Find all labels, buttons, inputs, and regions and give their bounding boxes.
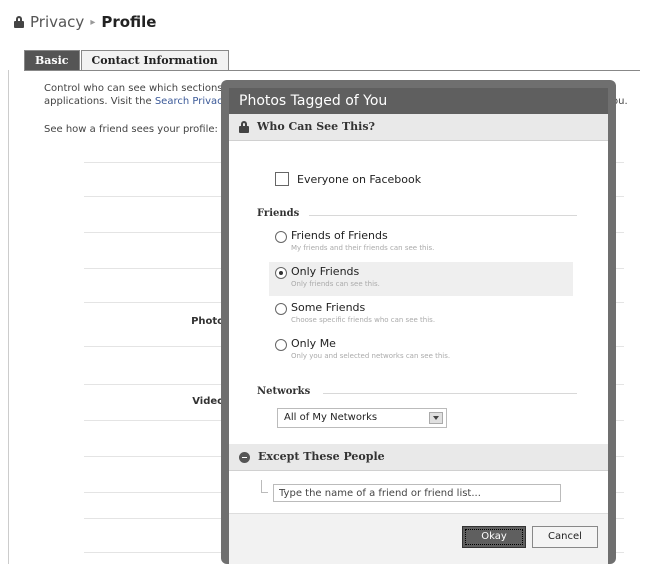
except-people-label: Except These People <box>258 450 385 463</box>
dialog-footer: Okay Cancel <box>229 513 608 564</box>
only-me-radio[interactable] <box>275 339 287 351</box>
except-people-header: Except These People <box>229 444 608 471</box>
tab-contact-information[interactable]: Contact Information <box>80 50 229 71</box>
networks-divider <box>323 393 577 394</box>
everyone-on-facebook-option[interactable]: Everyone on Facebook <box>275 172 421 186</box>
row-label-photos: Photos <box>191 316 230 327</box>
option-label: Only Friends <box>291 265 360 278</box>
page-title: Profile <box>101 13 157 31</box>
some-friends-radio[interactable] <box>275 303 287 315</box>
option-only-friends[interactable]: Only Friends Only friends can see this. <box>269 262 573 296</box>
row-label-s: S <box>88 280 230 291</box>
breadcrumb-privacy[interactable]: Privacy <box>30 13 84 31</box>
option-label: Friends of Friends <box>291 229 388 242</box>
friends-divider <box>309 215 577 216</box>
chevron-down-icon[interactable] <box>429 412 443 424</box>
only-friends-radio[interactable] <box>275 267 287 279</box>
option-description: Choose specific friends who can see this… <box>291 316 436 324</box>
okay-button[interactable]: Okay <box>462 526 526 548</box>
intro-line1: Control who can see which sections <box>44 83 223 94</box>
tab-divider <box>24 70 640 71</box>
content-border <box>8 70 9 564</box>
tab-basic[interactable]: Basic <box>24 50 80 71</box>
networks-heading: Networks <box>257 386 311 397</box>
option-label: Only Me <box>291 337 336 350</box>
who-can-see-header: Who Can See This? <box>229 114 608 141</box>
option-only-me[interactable]: Only Me Only you and selected networks c… <box>269 334 573 368</box>
option-friends-of-friends[interactable]: Friends of Friends My friends and their … <box>269 226 573 260</box>
except-people-input[interactable] <box>273 484 561 502</box>
everyone-checkbox[interactable] <box>275 172 289 186</box>
friends-of-friends-radio[interactable] <box>275 231 287 243</box>
option-some-friends[interactable]: Some Friends Choose specific friends who… <box>269 298 573 332</box>
everyone-label: Everyone on Facebook <box>297 172 422 186</box>
see-how-label: See how a friend sees your profile: S <box>44 124 227 135</box>
lock-icon <box>14 16 24 28</box>
privacy-dialog: Photos Tagged of You Who Can See This? E… <box>229 88 608 564</box>
intro-line2-start: applications. Visit the <box>44 96 152 107</box>
option-description: Only you and selected networks can see t… <box>291 352 451 360</box>
privacy-dialog-frame: Photos Tagged of You Who Can See This? E… <box>221 80 616 564</box>
friends-heading: Friends <box>257 208 300 219</box>
option-description: My friends and their friends can see thi… <box>291 244 435 252</box>
minus-circle-icon <box>239 451 250 463</box>
networks-select-value: All of My Networks <box>284 412 378 423</box>
networks-select[interactable]: All of My Networks <box>277 408 447 428</box>
elbow-connector-icon <box>261 480 268 493</box>
lock-icon <box>239 121 249 133</box>
dialog-title: Photos Tagged of You <box>229 88 608 114</box>
page-header: Privacy ▸ Profile <box>14 10 156 34</box>
option-description: Only friends can see this. <box>291 280 380 288</box>
cancel-button[interactable]: Cancel <box>532 526 598 548</box>
breadcrumb-separator-icon: ▸ <box>90 16 96 28</box>
who-can-see-label: Who Can See This? <box>257 120 375 133</box>
option-label: Some Friends <box>291 301 366 314</box>
tab-bar: Basic Contact Information <box>24 50 229 71</box>
row-label-videos: Videos <box>192 396 230 407</box>
search-privacy-link[interactable]: Search Privacy <box>155 96 229 107</box>
